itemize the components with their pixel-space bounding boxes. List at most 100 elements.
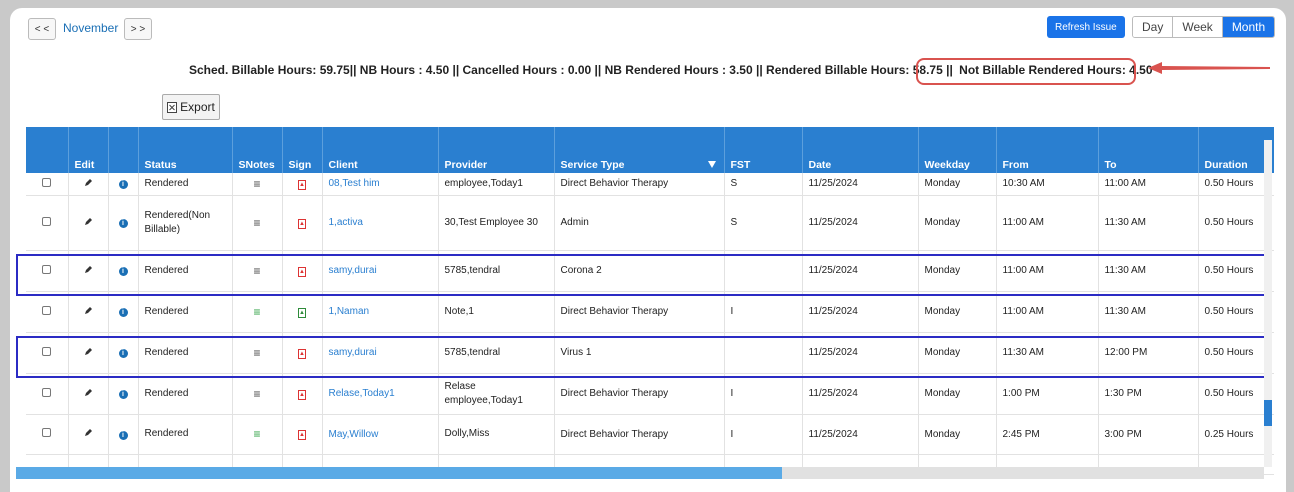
snotes-icon[interactable]: ≡ — [253, 427, 260, 441]
edit-pencil-icon[interactable] — [84, 347, 93, 356]
horizontal-scroll-thumb[interactable] — [16, 467, 782, 479]
to-cell: 12:00 PM — [1098, 332, 1199, 374]
grid-header-row: Edit Status SNotes Sign Client Provider … — [26, 127, 1274, 173]
table-row[interactable]: i Rendered ≡ ▲ 08,Test him employee,Today1 Dir… — [26, 173, 1274, 196]
snotes-icon[interactable]: ≡ — [253, 216, 260, 230]
month-view-button[interactable]: Month — [1222, 17, 1275, 37]
col-date[interactable]: Date — [802, 127, 919, 173]
client-link[interactable]: 1,Naman — [322, 291, 439, 333]
table-row[interactable]: i Rendered ≡ ▲ samy,durai 5785,tendral Virus 1… — [26, 332, 1274, 374]
edit-pencil-icon[interactable] — [84, 306, 93, 315]
prev-month-button[interactable]: < < — [28, 18, 56, 40]
info-icon[interactable]: i — [118, 267, 128, 276]
col-provider[interactable]: Provider — [438, 127, 555, 173]
info-icon[interactable]: i — [118, 308, 128, 317]
sign-doc-icon[interactable]: ▲ — [298, 348, 306, 359]
sign-doc-icon[interactable]: ▲ — [298, 389, 306, 400]
client-link[interactable]: 08,Test him — [322, 173, 439, 196]
row-checkbox[interactable] — [42, 387, 52, 397]
col-from[interactable]: From — [996, 127, 1099, 173]
snotes-icon[interactable]: ≡ — [253, 264, 260, 278]
service-type-cell: Direct Behavior Therapy — [554, 291, 725, 333]
snotes-icon[interactable]: ≡ — [253, 346, 260, 360]
col-snotes[interactable]: SNotes — [232, 127, 283, 173]
col-client[interactable]: Client — [322, 127, 439, 173]
next-month-button[interactable]: > > — [124, 18, 152, 40]
sign-doc-icon[interactable]: ▲ — [298, 307, 306, 318]
snotes-icon[interactable]: ≡ — [253, 387, 260, 401]
row-checkbox[interactable] — [42, 216, 52, 226]
refresh-issue-button[interactable]: Refresh Issue — [1047, 16, 1125, 38]
date-cell: 11/25/2024 — [802, 195, 919, 251]
edit-pencil-icon[interactable] — [84, 178, 93, 187]
table-row[interactable]: i Rendered ≡ ▲ 1,Naman Note,1 Direct Behavior … — [26, 291, 1274, 333]
edit-pencil-icon[interactable] — [84, 265, 93, 274]
client-link[interactable]: samy,durai — [322, 332, 439, 374]
week-view-button[interactable]: Week — [1173, 17, 1223, 37]
sign-doc-icon[interactable]: ▲ — [298, 430, 306, 440]
col-fst[interactable]: FST — [724, 127, 803, 173]
status-cell: Rendered — [138, 332, 233, 374]
client-link[interactable]: May,Willow — [322, 414, 439, 455]
snotes-icon[interactable]: ≡ — [253, 177, 260, 191]
to-cell: 3:00 PM — [1098, 414, 1199, 455]
sign-doc-icon[interactable]: ▲ — [298, 179, 306, 190]
col-to[interactable]: To — [1098, 127, 1199, 173]
status-cell: Rendered(Non Billable) — [138, 195, 233, 251]
client-link[interactable]: Relase,Today1 — [322, 373, 439, 415]
col-weekday[interactable]: Weekday — [918, 127, 997, 173]
col-service-type[interactable]: Service Type — [554, 127, 725, 173]
info-icon[interactable]: i — [118, 219, 128, 228]
table-row[interactable]: i Rendered ≡ ▲ Relase,Today1 Relase employee,… — [26, 373, 1274, 415]
excel-icon — [167, 101, 178, 113]
info-icon[interactable]: i — [118, 390, 128, 399]
status-cell: Rendered — [138, 173, 233, 196]
from-cell: 10:30 AM — [996, 173, 1099, 196]
row-checkbox[interactable] — [42, 264, 52, 274]
col-info — [108, 127, 139, 173]
row-checkbox[interactable] — [42, 305, 52, 315]
snotes-icon[interactable]: ≡ — [253, 305, 260, 319]
filter-icon[interactable] — [707, 161, 716, 168]
export-button[interactable]: Export — [162, 94, 220, 120]
col-status[interactable]: Status — [138, 127, 233, 173]
to-cell: 11:00 AM — [1098, 173, 1199, 196]
export-label: Export — [180, 100, 215, 114]
weekday-cell: Monday — [918, 173, 997, 196]
summary-text: Sched. Billable Hours: 59.75|| NB Hours … — [189, 63, 953, 77]
client-link[interactable]: 1,activa — [322, 195, 439, 251]
weekday-cell: Monday — [918, 291, 997, 333]
info-icon[interactable]: i — [118, 349, 128, 358]
col-duration[interactable]: Duration — [1198, 127, 1274, 173]
edit-pencil-icon[interactable] — [84, 217, 93, 226]
table-row[interactable]: i Rendered ≡ ▲ May,Willow Dolly,Miss Direct Be… — [26, 414, 1274, 455]
service-type-cell: Direct Behavior Therapy — [554, 173, 725, 196]
row-checkbox[interactable] — [42, 346, 52, 356]
table-row[interactable]: i Rendered ≡ ▲ samy,durai 5785,tendral Corona … — [26, 250, 1274, 292]
row-checkbox[interactable] — [42, 428, 52, 437]
provider-cell: 5785,tendral — [438, 332, 555, 374]
service-type-cell: Admin — [554, 195, 725, 251]
date-cell: 11/25/2024 — [802, 250, 919, 292]
to-cell: 1:30 PM — [1098, 373, 1199, 415]
provider-cell: 30,Test Employee 30 — [438, 195, 555, 251]
provider-cell: Relase employee,Today1 — [438, 373, 555, 415]
date-cell: 11/25/2024 — [802, 414, 919, 455]
edit-pencil-icon[interactable] — [84, 428, 93, 437]
client-link[interactable]: samy,durai — [322, 250, 439, 292]
day-view-button[interactable]: Day — [1133, 17, 1174, 37]
sign-doc-icon[interactable]: ▲ — [298, 266, 306, 277]
col-sign[interactable]: Sign — [282, 127, 323, 173]
edit-pencil-icon[interactable] — [84, 388, 93, 397]
weekday-cell: Monday — [918, 250, 997, 292]
vertical-scroll-thumb[interactable] — [1264, 400, 1272, 426]
info-icon[interactable]: i — [118, 180, 128, 190]
from-cell: 11:00 AM — [996, 250, 1099, 292]
sign-doc-icon[interactable]: ▲ — [298, 218, 306, 229]
table-row[interactable]: i Rendered(Non Billable) ≡ ▲ 1,activa 30,Test… — [26, 195, 1274, 251]
info-icon[interactable]: i — [118, 430, 128, 440]
weekday-cell: Monday — [918, 373, 997, 415]
col-edit: Edit — [68, 127, 109, 173]
row-checkbox[interactable] — [42, 177, 52, 187]
to-cell: 11:30 AM — [1098, 291, 1199, 333]
